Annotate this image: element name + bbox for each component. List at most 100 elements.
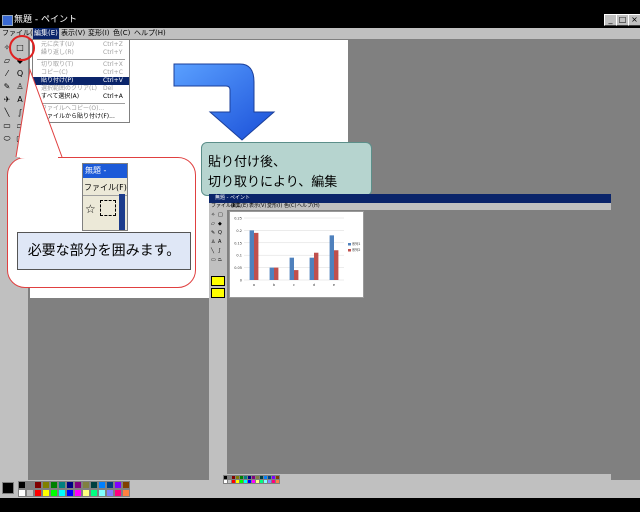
palette-swatch[interactable] xyxy=(98,489,106,497)
bar xyxy=(269,267,274,280)
palette-swatch[interactable] xyxy=(50,489,58,497)
inset-canvas[interactable]: 0.25 0.2 0.15 0.1 0.05 0 a b c d e 系列1 系列2 xyxy=(229,211,364,298)
color-picker-icon[interactable]: ⁄ xyxy=(2,69,12,79)
palette-swatch[interactable] xyxy=(18,481,26,489)
brush-icon[interactable]: ♙ xyxy=(211,240,216,245)
pencil-icon[interactable]: ✎ xyxy=(211,231,216,236)
inset-title-bar: 無題 - ペイント xyxy=(209,194,611,203)
free-select-icon[interactable]: ✧ xyxy=(211,213,216,218)
palette-swatch[interactable] xyxy=(98,481,106,489)
palette-swatch[interactable] xyxy=(275,479,280,484)
edit-menu-item[interactable]: 切り取り(T) Ctrl+X xyxy=(33,61,129,69)
palette-swatch[interactable] xyxy=(122,481,130,489)
y-tick-label: 0.15 xyxy=(234,241,242,245)
inset-menu-bar: ファイル(F) 編集(E) 表示(V) 変形(I) 色(C) ヘルプ(H) xyxy=(209,203,611,210)
inset-menu-view[interactable]: 表示(V) xyxy=(249,203,266,210)
zoom-file-menu: ファイル(F) xyxy=(84,183,127,192)
palette-swatch[interactable] xyxy=(106,489,114,497)
edit-menu-item-label: コピー(C) xyxy=(41,69,68,76)
palette-swatch[interactable] xyxy=(26,489,34,497)
magnifier-icon[interactable]: Q xyxy=(15,69,25,79)
edit-menu-item[interactable]: 元に戻す(U) Ctrl+Z xyxy=(33,41,129,49)
ellipse-icon[interactable]: ⬭ xyxy=(2,134,12,144)
palette-swatch[interactable] xyxy=(58,489,66,497)
airbrush-icon[interactable]: ✈ xyxy=(2,95,12,105)
palette-swatch[interactable] xyxy=(66,481,74,489)
magnifier-icon[interactable]: Q xyxy=(218,231,223,236)
palette-swatch[interactable] xyxy=(106,481,114,489)
edit-menu-item[interactable]: ファイルから貼り付け(F)... xyxy=(33,113,129,121)
bar xyxy=(334,250,339,280)
edit-menu-item-shortcut: Del xyxy=(103,85,113,92)
curve-icon[interactable]: ∫ xyxy=(15,108,25,118)
palette-swatch[interactable] xyxy=(26,481,34,489)
rectangle-icon[interactable]: ▭ xyxy=(211,258,216,263)
palette-swatch[interactable] xyxy=(34,481,42,489)
rectangle-icon[interactable]: ▭ xyxy=(2,121,12,131)
bar xyxy=(329,235,334,280)
edit-menu-item-paste[interactable]: 貼り付け(P) Ctrl+V xyxy=(33,77,129,85)
palette-swatch[interactable] xyxy=(90,489,98,497)
y-tick-label: 0 xyxy=(240,279,242,283)
fill-icon[interactable]: ◆ xyxy=(218,222,223,227)
inset-menu-image[interactable]: 変形(I) xyxy=(267,203,282,210)
eraser-icon[interactable]: ▱ xyxy=(2,56,12,66)
palette-swatch[interactable] xyxy=(74,489,82,497)
line-icon[interactable]: ╲ xyxy=(2,108,12,118)
bar xyxy=(274,267,279,280)
pencil-icon[interactable]: ✎ xyxy=(2,82,12,92)
menu-view[interactable]: 表示(V) xyxy=(61,28,85,39)
menu-edit[interactable]: 編集(E) xyxy=(33,28,59,39)
edit-menu-item-shortcut: Ctrl+C xyxy=(103,69,123,76)
polygon-icon[interactable]: ⏢ xyxy=(15,121,25,131)
palette-swatch[interactable] xyxy=(90,481,98,489)
transparent-option-icon[interactable] xyxy=(211,276,225,286)
inset-menu-colors[interactable]: 色(C) xyxy=(284,203,296,210)
curve-icon[interactable]: ∫ xyxy=(218,249,223,254)
palette-swatch[interactable] xyxy=(74,481,82,489)
brush-icon[interactable]: ♙ xyxy=(15,82,25,92)
palette-swatch[interactable] xyxy=(58,481,66,489)
menu-help[interactable]: ヘルプ(H) xyxy=(134,28,166,39)
inset-menu-edit[interactable]: 編集(E) xyxy=(231,203,248,210)
palette-swatch[interactable] xyxy=(18,489,26,497)
text-icon[interactable]: A xyxy=(218,240,223,245)
rect-select-icon[interactable]: □ xyxy=(218,213,223,218)
palette-swatch[interactable] xyxy=(114,489,122,497)
palette-swatch[interactable] xyxy=(82,481,90,489)
after-paste-line2: 切り取りにより、編集 xyxy=(208,175,338,190)
palette-swatch[interactable] xyxy=(42,489,50,497)
inset-window-title: 無題 - ペイント xyxy=(215,195,250,201)
edit-menu-item[interactable]: ファイルへコピー(O)... xyxy=(33,105,129,113)
palette-swatch[interactable] xyxy=(66,489,74,497)
bar xyxy=(294,270,299,280)
title-bar: 無題 - ペイント _ □ × xyxy=(0,12,640,28)
text-icon[interactable]: A xyxy=(15,95,25,105)
x-tick-label: a xyxy=(253,283,255,287)
line-icon[interactable]: ╲ xyxy=(211,249,216,254)
edit-menu-item[interactable]: コピー(C) Ctrl+C xyxy=(33,69,129,77)
after-paste-callout: 貼り付け後、 切り取りにより、編集 xyxy=(201,142,372,196)
current-color-swatch[interactable] xyxy=(2,482,14,494)
polygon-icon[interactable]: ⏢ xyxy=(218,258,223,263)
edit-menu-item[interactable]: すべて選択(A) Ctrl+A xyxy=(33,93,129,101)
paint-app-icon xyxy=(2,15,13,26)
palette-swatch[interactable] xyxy=(114,481,122,489)
palette-swatch[interactable] xyxy=(82,489,90,497)
legend-swatch xyxy=(348,249,351,252)
y-tick-label: 0.05 xyxy=(234,266,242,270)
palette-swatch[interactable] xyxy=(34,489,42,497)
menu-colors[interactable]: 色(C) xyxy=(113,28,130,39)
menu-image[interactable]: 変形(I) xyxy=(88,28,110,39)
edit-menu-item[interactable]: 繰り返し(R) Ctrl+Y xyxy=(33,49,129,57)
rounded-rect-icon[interactable]: ▢ xyxy=(15,134,25,144)
palette-swatch[interactable] xyxy=(42,481,50,489)
palette-swatch[interactable] xyxy=(50,481,58,489)
inset-menu-help[interactable]: ヘルプ(H) xyxy=(297,203,320,210)
eraser-icon[interactable]: ▱ xyxy=(211,222,216,227)
palette-swatch[interactable] xyxy=(122,489,130,497)
close-button[interactable]: × xyxy=(628,14,640,26)
inset-toolbox: ✧ □ ▱ ◆ ✎ Q ♙ A ╲ ∫ ▭ ⏢ xyxy=(209,210,227,474)
opaque-option-icon[interactable] xyxy=(211,288,225,298)
edit-menu-item[interactable]: 選択範囲のクリア(L) Del xyxy=(33,85,129,93)
